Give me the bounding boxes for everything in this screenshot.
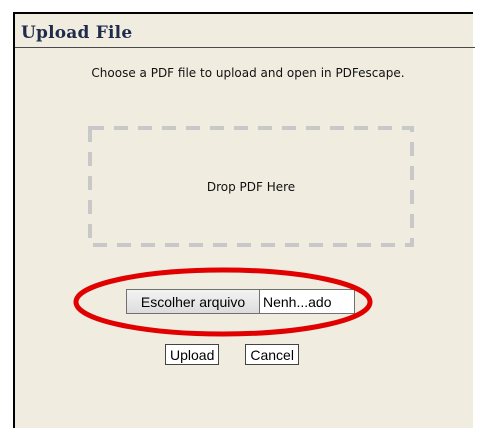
upload-file-panel: Upload File Choose a PDF file to upload … [13,12,475,428]
dialog-title: Upload File [21,23,133,43]
pdf-drop-zone[interactable]: Drop PDF Here [88,126,414,247]
choose-file-button[interactable]: Escolher arquivo [126,289,260,314]
drop-zone-label: Drop PDF Here [206,180,296,194]
title-divider [15,47,475,48]
dialog-subtitle: Choose a PDF file to upload and open in … [91,66,405,80]
cancel-button[interactable]: Cancel [245,344,299,365]
file-status-text: Nenh...ado [260,289,355,314]
file-input[interactable]: Escolher arquivo Nenh...ado [126,289,355,314]
upload-button[interactable]: Upload [165,344,220,365]
action-buttons: Upload Cancel [165,344,299,365]
